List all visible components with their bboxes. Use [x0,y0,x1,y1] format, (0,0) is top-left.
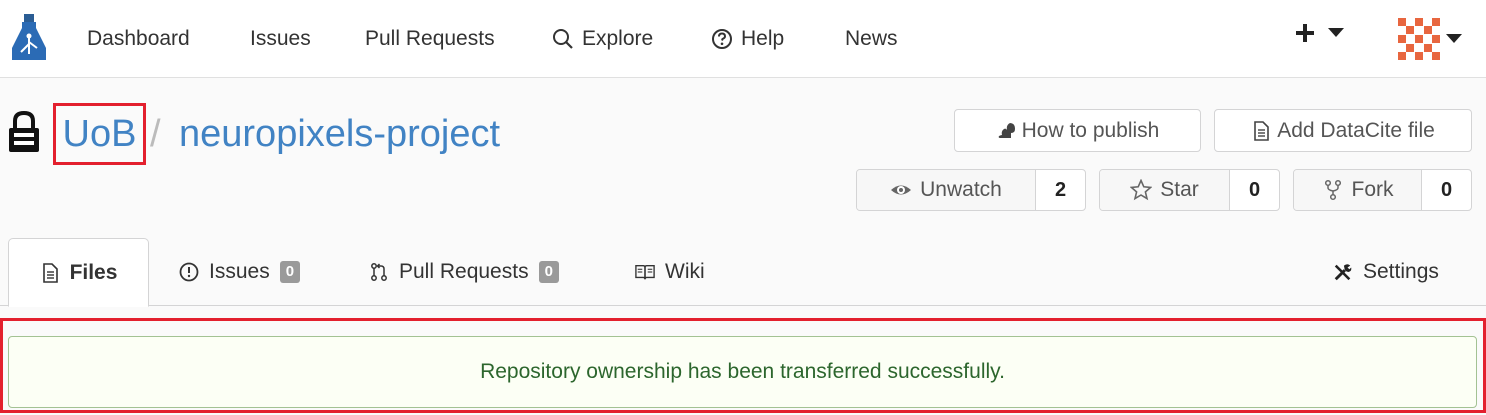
watch-button-group: Unwatch 2 [856,169,1086,211]
caret-down-icon [1446,34,1462,43]
unwatch-button[interactable]: Unwatch [857,170,1036,210]
nav-dashboard[interactable]: Dashboard [87,26,190,52]
nav-dashboard-label: Dashboard [87,27,190,50]
user-menu[interactable] [1398,18,1462,60]
plus-icon [1296,24,1314,42]
success-flash-text: Repository ownership has been transferre… [480,360,1005,383]
lock-icon [9,110,39,152]
top-navbar: Dashboard Issues Pull Requests Explore H… [0,0,1486,78]
repo-tabs: Files Issues 0 Pull Requests 0 Wiki Sett… [0,238,1486,307]
tab-settings[interactable]: Settings [1333,238,1439,306]
nav-help-label: Help [741,27,785,50]
git-pull-request-icon [371,263,387,281]
nav-pull-requests-label: Pull Requests [365,27,495,50]
star-button[interactable]: Star [1100,170,1230,210]
tab-pull-requests-label: Pull Requests [399,260,529,283]
tab-issues[interactable]: Issues 0 [179,238,301,306]
fork-icon [1324,179,1341,201]
book-icon [635,264,655,280]
watchers-count[interactable]: 2 [1036,170,1085,210]
eye-icon [891,185,912,195]
file-text-icon [42,262,58,283]
tab-files-label: Files [69,260,118,284]
star-icon [1130,179,1153,201]
add-datacite-label: Add DataCite file [1277,118,1435,142]
repo-owner-link[interactable]: UoB [53,103,146,165]
tab-pull-requests[interactable]: Pull Requests 0 [369,238,559,306]
search-icon [553,29,573,49]
how-to-publish-label: How to publish [1021,118,1160,142]
pull-requests-count-badge: 0 [538,261,559,283]
caret-down-icon [1328,28,1344,37]
tab-wiki-label: Wiki [665,260,705,283]
gin-logo-icon[interactable] [10,14,48,62]
issues-count-badge: 0 [279,261,301,283]
nav-explore[interactable]: Explore [552,26,653,52]
unwatch-label: Unwatch [920,178,1002,201]
help-circle-icon [712,29,732,49]
nav-news-label: News [845,27,898,50]
avatar [1398,18,1440,60]
tab-settings-label: Settings [1363,260,1439,283]
forks-count[interactable]: 0 [1422,170,1471,210]
success-flash-message: Repository ownership has been transferre… [8,336,1477,408]
nav-explore-label: Explore [582,27,654,50]
tools-icon [1334,264,1352,281]
path-separator: / [150,113,161,155]
nav-news[interactable]: News [845,26,898,52]
star-button-group: Star 0 [1099,169,1280,211]
fork-button-group: Fork 0 [1293,169,1472,211]
add-datacite-button[interactable]: Add DataCite file [1214,109,1472,152]
create-new-menu[interactable] [1294,22,1344,44]
issue-opened-icon [179,262,199,282]
how-to-publish-button[interactable]: How to publish [954,109,1201,152]
fork-label: Fork [1351,178,1394,201]
nav-issues-label: Issues [250,27,311,50]
fork-button[interactable]: Fork [1294,170,1422,210]
stars-count[interactable]: 0 [1230,170,1279,210]
squirrel-icon [998,122,1015,138]
star-label: Star [1160,178,1199,201]
tab-issues-label: Issues [209,260,270,283]
nav-issues[interactable]: Issues [250,26,311,52]
file-text-icon [1254,120,1270,141]
repo-name-link[interactable]: neuropixels-project [179,112,500,156]
tab-wiki[interactable]: Wiki [635,238,705,306]
nav-pull-requests[interactable]: Pull Requests [365,26,495,52]
nav-help[interactable]: Help [711,26,784,52]
tab-files[interactable]: Files [8,238,149,307]
